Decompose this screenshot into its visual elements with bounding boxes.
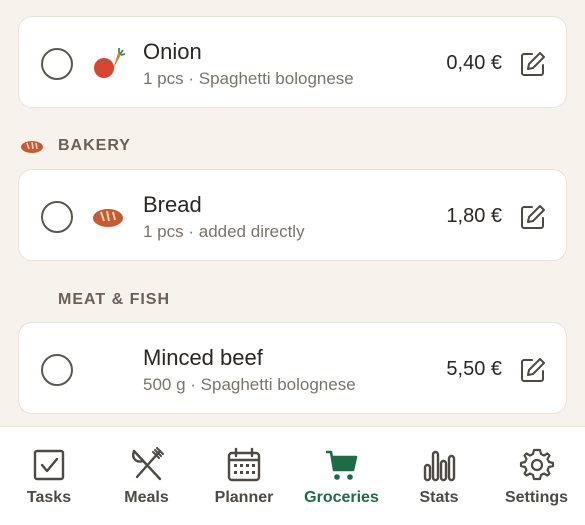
section-label: MEAT & FISH: [58, 291, 171, 308]
section-header-bakery: BAKERY: [20, 136, 220, 158]
nav-label: Meals: [124, 489, 169, 506]
nav-tasks[interactable]: Tasks: [0, 427, 98, 525]
bread-icon: [21, 141, 43, 153]
list-item[interactable]: Bread 1 pcs · added directly 1,80 €: [18, 169, 567, 261]
item-name: Onion: [143, 39, 202, 64]
item-meta: 1 pcs · added directly: [143, 222, 305, 241]
list-item[interactable]: Onion 1 pcs · Spaghetti bolognese 0,40 €: [18, 16, 567, 108]
edit-icon[interactable]: [520, 51, 546, 77]
list-item[interactable]: Minced beef 500 g · Spaghetti bolognese …: [18, 322, 567, 414]
item-name: Minced beef: [143, 345, 263, 370]
item-checkbox[interactable]: [41, 48, 73, 80]
edit-icon[interactable]: [520, 357, 546, 383]
calendar-icon: [227, 447, 261, 482]
nav-planner[interactable]: Planner: [195, 427, 293, 525]
section-header-meat-fish: MEAT & FISH: [20, 290, 240, 312]
fork-knife-icon: [131, 447, 164, 481]
vegetables-icon: [94, 48, 125, 78]
item-price: 1,80 €: [446, 205, 502, 227]
edit-icon[interactable]: [520, 204, 546, 230]
nav-label: Settings: [504, 489, 569, 506]
nav-label: Groceries: [304, 489, 379, 506]
nav-label: Stats: [419, 489, 459, 506]
gear-icon: [519, 448, 554, 481]
item-checkbox[interactable]: [41, 201, 73, 233]
item-meta: 500 g · Spaghetti bolognese: [143, 375, 356, 394]
nav-label: Tasks: [26, 489, 72, 506]
cart-icon: [325, 450, 357, 480]
item-price: 0,40 €: [446, 52, 502, 74]
bar-chart-icon: [423, 450, 456, 482]
nav-meals[interactable]: Meals: [98, 427, 195, 525]
grocery-list: Onion 1 pcs · Spaghetti bolognese 0,40 €…: [0, 0, 585, 426]
nav-settings[interactable]: Settings: [488, 427, 585, 525]
nav-label: Planner: [214, 489, 274, 506]
item-price: 5,50 €: [446, 358, 502, 380]
nav-stats[interactable]: Stats: [390, 427, 488, 525]
section-label: BAKERY: [58, 137, 131, 154]
item-checkbox[interactable]: [41, 354, 73, 386]
item-meta: 1 pcs · Spaghetti bolognese: [143, 69, 354, 88]
nav-groceries[interactable]: Groceries: [293, 427, 390, 525]
bottom-nav: Tasks Meals Planner Groceries Stats Sett…: [0, 426, 585, 525]
checkbox-icon: [33, 449, 65, 481]
bread-icon: [93, 209, 123, 227]
item-name: Bread: [143, 192, 202, 217]
